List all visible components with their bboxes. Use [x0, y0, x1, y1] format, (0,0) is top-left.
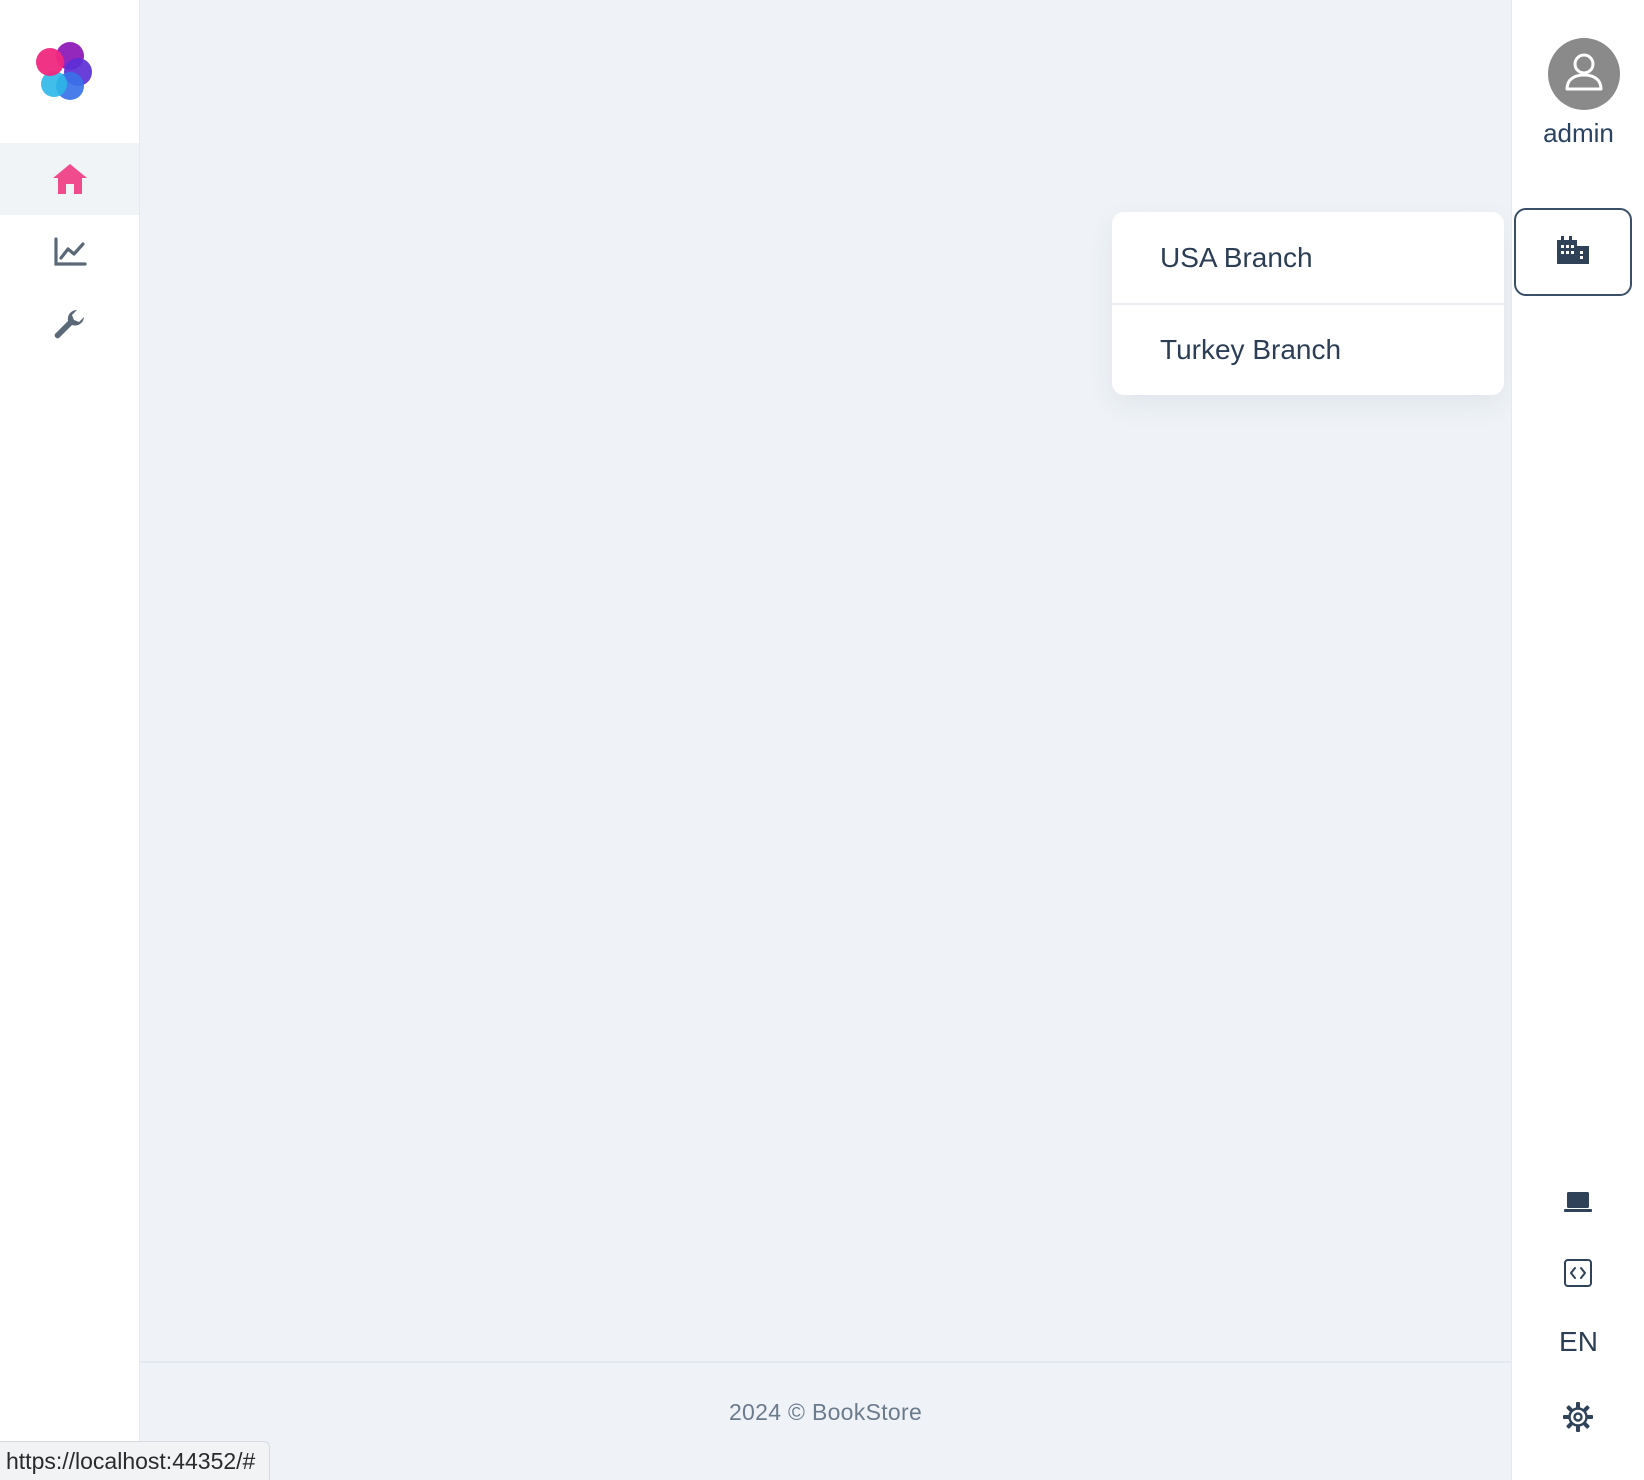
- menu-item-label: Turkey Branch: [1160, 333, 1342, 365]
- gear-icon: [1562, 1401, 1594, 1438]
- menu-item-label: USA Branch: [1160, 241, 1313, 273]
- footer: 2024 © BookStore: [140, 1361, 1511, 1480]
- tenant-switcher-button[interactable]: [1514, 208, 1632, 296]
- device-preview-button[interactable]: [1548, 1182, 1608, 1226]
- left-sidebar: [0, 0, 140, 1480]
- code-square-icon: [1563, 1258, 1593, 1293]
- sidebar-item-analytics[interactable]: [0, 216, 139, 288]
- footer-copyright: 2024 © BookStore: [728, 1399, 923, 1425]
- user-avatar[interactable]: [1548, 38, 1620, 110]
- code-view-button[interactable]: [1548, 1253, 1608, 1297]
- language-selector[interactable]: EN: [1512, 1326, 1644, 1358]
- laptop-icon: [1563, 1190, 1593, 1219]
- chart-line-icon: [53, 237, 87, 267]
- app-window: USA Branch Turkey Branch 2024 © BookStor…: [0, 0, 1644, 1480]
- branch-dropdown-menu: USA Branch Turkey Branch: [1112, 212, 1504, 395]
- app-logo[interactable]: [32, 36, 98, 102]
- menu-item-usa-branch[interactable]: USA Branch: [1112, 212, 1504, 303]
- username-label[interactable]: admin: [1512, 118, 1644, 149]
- home-icon: [51, 162, 89, 196]
- main-content: [140, 0, 1511, 1361]
- right-sidebar: admin EN: [1511, 0, 1644, 1480]
- wrench-icon: [53, 308, 87, 342]
- building-icon: [1555, 235, 1591, 269]
- menu-item-turkey-branch[interactable]: Turkey Branch: [1112, 303, 1504, 394]
- sidebar-item-home[interactable]: [0, 143, 139, 215]
- user-avatar-icon: [1561, 49, 1607, 100]
- sidebar-item-tools[interactable]: [0, 289, 139, 361]
- status-bar-url: https://localhost:44352/#: [0, 1441, 271, 1480]
- settings-button[interactable]: [1548, 1397, 1608, 1441]
